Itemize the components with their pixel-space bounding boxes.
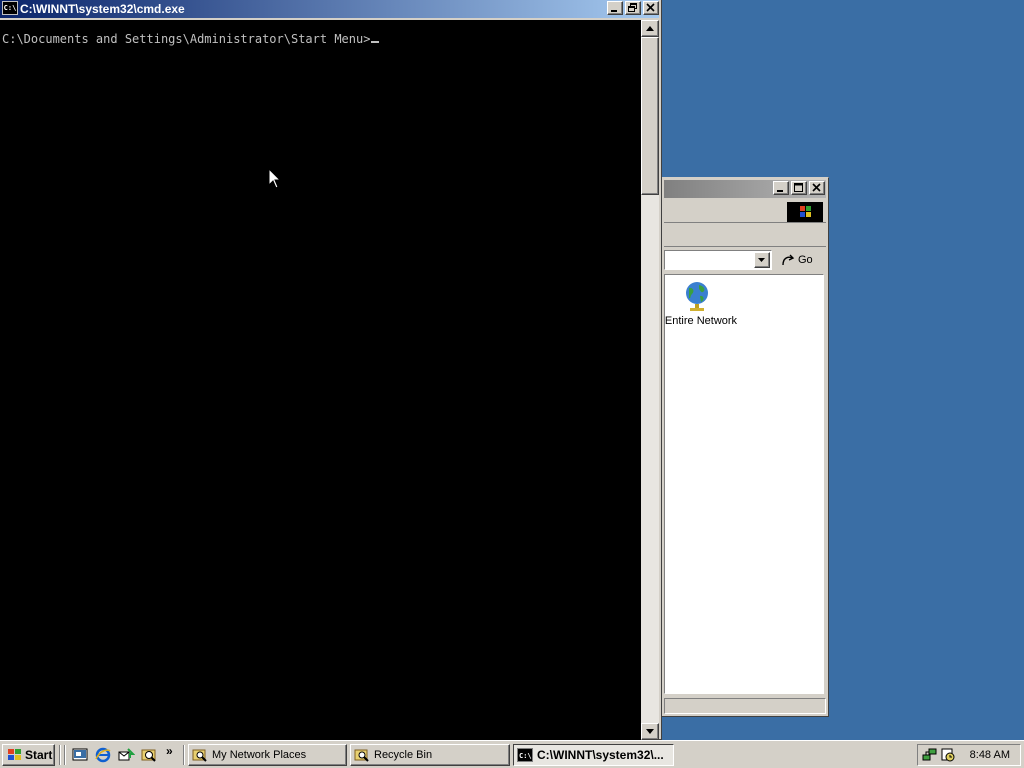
cmd-window[interactable]: C:\ C:\WINNT\system32\cmd.exe C:\Documen… bbox=[0, 0, 662, 740]
explorer-toolbar bbox=[664, 224, 826, 247]
taskbar: Start » My Network Places Recycle Bin C:… bbox=[0, 740, 1024, 768]
text-cursor bbox=[371, 41, 380, 43]
console-output[interactable]: C:\Documents and Settings\Administrator\… bbox=[0, 20, 641, 740]
close-button[interactable] bbox=[643, 1, 659, 15]
explorer-window[interactable]: Go Entire Network bbox=[662, 177, 829, 717]
system-tray: 8:48 AM bbox=[917, 744, 1021, 766]
close-button[interactable] bbox=[809, 181, 825, 195]
chevron-down-icon bbox=[758, 258, 765, 262]
start-label: Start bbox=[25, 748, 53, 762]
scroll-down-button[interactable] bbox=[641, 723, 659, 740]
minimize-icon bbox=[611, 10, 617, 12]
task-recycle-bin[interactable]: Recycle Bin bbox=[350, 744, 510, 766]
start-button[interactable]: Start bbox=[2, 744, 55, 766]
address-input[interactable] bbox=[664, 250, 772, 270]
globe-icon bbox=[686, 282, 708, 311]
task-label: Recycle Bin bbox=[374, 749, 433, 761]
outlook-express-icon[interactable] bbox=[117, 746, 135, 764]
restore-icon bbox=[628, 3, 637, 12]
prompt-text: C:\Documents and Settings\Administrator\… bbox=[2, 32, 371, 46]
entire-network-item[interactable]: Entire Network bbox=[665, 275, 745, 335]
show-desktop-icon[interactable] bbox=[71, 746, 89, 764]
scroll-up-button[interactable] bbox=[641, 20, 659, 37]
cmd-titlebar[interactable]: C:\ C:\WINNT\system32\cmd.exe bbox=[0, 0, 659, 18]
task-cmd[interactable]: C:\ C:\WINNT\system32\... bbox=[513, 744, 674, 766]
quick-launch-chevron[interactable]: » bbox=[166, 744, 173, 758]
internet-explorer-icon[interactable] bbox=[94, 746, 112, 764]
cmd-icon: C:\ bbox=[517, 748, 533, 762]
task-label: My Network Places bbox=[212, 749, 307, 761]
go-label: Go bbox=[798, 254, 813, 266]
maximize-button[interactable] bbox=[791, 181, 807, 195]
explorer-content: Entire Network bbox=[664, 274, 824, 694]
windows-logo-icon bbox=[787, 202, 823, 222]
svg-text:C:\: C:\ bbox=[519, 752, 532, 760]
address-bar: Go bbox=[664, 249, 826, 271]
go-arrow-icon bbox=[782, 254, 795, 266]
taskbar-separator bbox=[183, 745, 185, 765]
explorer-menubar bbox=[664, 200, 826, 223]
network-connection-icon[interactable] bbox=[922, 747, 938, 763]
taskbar-separator bbox=[59, 745, 61, 765]
cmd-title: C:\WINNT\system32\cmd.exe bbox=[20, 2, 185, 16]
scroll-thumb[interactable] bbox=[641, 37, 659, 195]
close-icon bbox=[646, 3, 655, 12]
windows-explorer-icon[interactable] bbox=[140, 746, 158, 764]
windows-logo-icon bbox=[8, 749, 21, 760]
command-prompt-line[interactable]: C:\Documents and Settings\Administrator\… bbox=[2, 32, 380, 46]
minimize-button[interactable] bbox=[607, 1, 623, 15]
go-button[interactable]: Go bbox=[780, 249, 824, 271]
task-my-network-places[interactable]: My Network Places bbox=[188, 744, 347, 766]
explorer-statusbar bbox=[664, 698, 826, 714]
task-label: C:\WINNT\system32\... bbox=[537, 748, 664, 762]
explorer-titlebar[interactable] bbox=[664, 180, 826, 198]
entire-network-label: Entire Network bbox=[664, 315, 738, 327]
mouse-pointer-icon bbox=[268, 168, 282, 189]
magnifier-folder-icon bbox=[354, 749, 369, 762]
arrow-up-icon bbox=[646, 26, 654, 31]
restore-button[interactable] bbox=[625, 1, 641, 15]
taskbar-separator bbox=[64, 745, 66, 765]
minimize-button[interactable] bbox=[773, 181, 789, 195]
arrow-down-icon bbox=[646, 729, 654, 734]
cmd-icon: C:\ bbox=[2, 1, 18, 15]
vertical-scrollbar[interactable] bbox=[641, 20, 659, 740]
scheduler-icon[interactable] bbox=[940, 747, 956, 763]
address-dropdown-button[interactable] bbox=[754, 252, 770, 268]
clock[interactable]: 8:48 AM bbox=[970, 749, 1010, 761]
magnifier-folder-icon bbox=[192, 749, 207, 762]
